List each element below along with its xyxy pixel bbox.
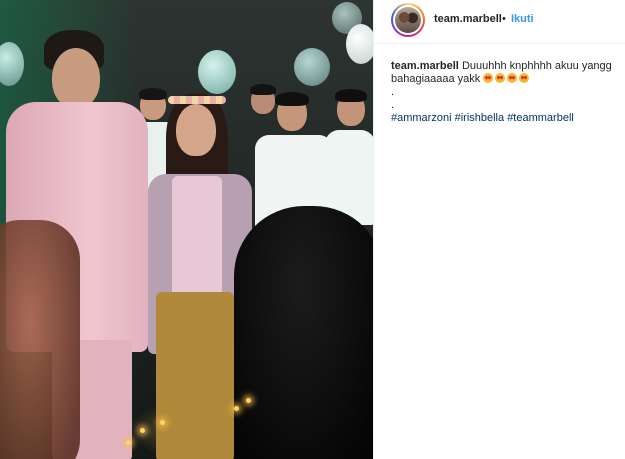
foreground-blur-left <box>0 220 80 459</box>
caption: team.marbell Duuuhhh knphhhh akuu yangg … <box>391 60 613 125</box>
heart-eyes-emoji-icon <box>519 73 530 83</box>
story-ring[interactable] <box>391 3 425 37</box>
bystander <box>325 89 373 225</box>
heart-eyes-emoji-icon <box>483 73 494 83</box>
hashtag-link[interactable]: #irishbella <box>455 112 505 124</box>
post-side-panel: team.marbell • Ikuti team.marbell Duuuhh… <box>373 0 625 459</box>
hashtag-list: #ammarzoni #irishbella #teammarbell <box>391 112 613 125</box>
balloon <box>346 24 373 64</box>
candle-light <box>160 420 165 425</box>
header-username-link[interactable]: team.marbell <box>434 13 502 25</box>
heart-eyes-emoji-icon <box>507 73 518 83</box>
balloon <box>294 48 330 86</box>
candle-light <box>246 398 251 403</box>
caption-dot-line: . <box>391 99 395 111</box>
follow-button[interactable]: Ikuti <box>511 13 534 25</box>
foreground-hooded-figure <box>234 206 373 459</box>
heart-eyes-emoji-icon <box>495 73 506 83</box>
post-header: team.marbell • Ikuti <box>374 0 625 44</box>
candle-light <box>126 440 131 445</box>
caption-username-link[interactable]: team.marbell <box>391 60 459 72</box>
avatar-image <box>395 7 421 33</box>
separator-dot: • <box>502 13 506 25</box>
candle-light <box>234 406 239 411</box>
caption-dot-line: . <box>391 86 395 98</box>
hashtag-link[interactable]: #teammarbell <box>507 112 574 124</box>
balloon <box>198 50 236 94</box>
post-photo[interactable] <box>0 0 373 459</box>
avatar[interactable] <box>393 5 423 35</box>
candle-light <box>140 428 145 433</box>
hashtag-link[interactable]: #ammarzoni <box>391 112 452 124</box>
emoji-row <box>483 73 531 85</box>
